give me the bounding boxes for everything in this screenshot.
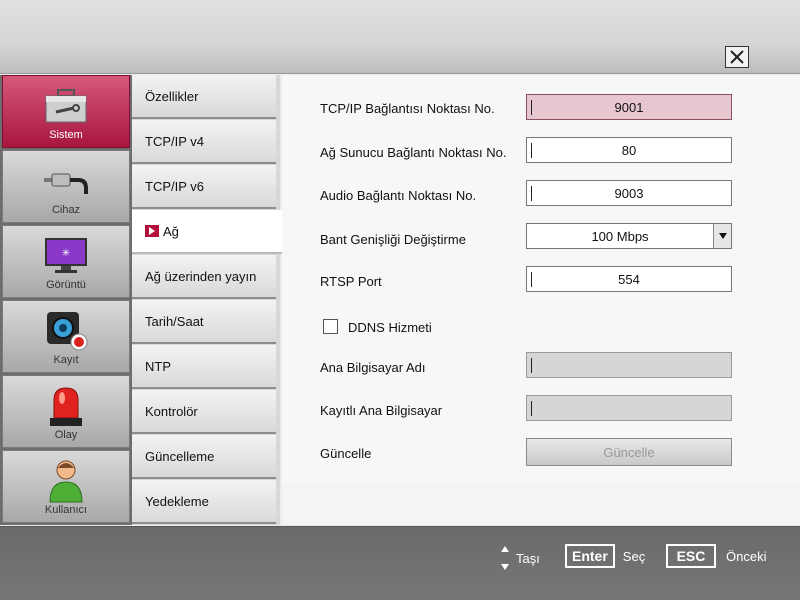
submenu-item-label: NTP — [145, 358, 171, 374]
registered-host-label: Kayıtlı Ana Bilgisayar — [320, 403, 443, 418]
update-label: Güncelle — [320, 446, 372, 461]
category-kullanici[interactable]: Kullanıcı — [2, 450, 130, 523]
category-label: Kullanıcı — [44, 504, 88, 516]
category-cihaz[interactable]: Cihaz — [2, 150, 130, 223]
chevron-down-icon[interactable] — [713, 224, 731, 248]
form-area: TCP/IP Bağlantısı Noktası No. 9001 Ağ Su… — [282, 75, 800, 485]
submenu-item-label: Ağ — [163, 223, 179, 239]
svg-text:✳: ✳ — [62, 248, 70, 259]
submenu-item-tcpip-v4[interactable]: TCP/IP v4 — [132, 120, 276, 164]
category-label: Olay — [54, 429, 78, 441]
registered-host-input[interactable] — [526, 395, 732, 421]
monitor-icon: ✳ — [42, 235, 90, 277]
submenu-item-ag[interactable]: Ağ — [132, 210, 282, 254]
text-caret — [531, 358, 532, 373]
submenu-item-ntp[interactable]: NTP — [132, 345, 276, 389]
rtsp-port-value: 554 — [618, 271, 640, 287]
select-hint-label: Seç — [622, 548, 646, 564]
network-settings-panel: TCP/IP Bağlantısı Noktası No. 9001 Ağ Su… — [282, 75, 800, 525]
submenu-item-ag-yayin[interactable]: Ağ üzerinden yayın — [132, 255, 276, 299]
title-bar — [0, 0, 800, 74]
submenu-item-tcpip-v6[interactable]: TCP/IP v6 — [132, 165, 276, 209]
text-caret — [531, 143, 532, 158]
text-caret — [531, 272, 532, 287]
category-sistem[interactable]: Sistem — [2, 75, 130, 148]
back-hint-label: Önceki — [726, 548, 767, 564]
toolbox-icon — [42, 85, 90, 127]
alarm-siren-icon — [42, 385, 90, 427]
audio-port-value: 9003 — [614, 185, 644, 201]
submenu-item-yedekleme[interactable]: Yedekleme — [132, 480, 276, 524]
category-label: Sistem — [49, 129, 83, 141]
submenu-item-label: Özellikler — [145, 88, 199, 104]
move-hint: Taşı — [500, 544, 540, 572]
bandwidth-value: 100 Mbps — [591, 228, 649, 244]
update-button[interactable]: Güncelle — [526, 438, 732, 466]
text-caret — [531, 100, 532, 115]
web-port-input[interactable]: 80 — [526, 137, 732, 163]
web-port-label: Ağ Sunucu Bağlantı Noktası No. — [320, 145, 507, 160]
rtsp-port-input[interactable]: 554 — [526, 266, 732, 292]
tcpip-port-value: 9001 — [614, 99, 644, 115]
category-kayit[interactable]: Kayıt — [2, 300, 130, 373]
ddns-checkbox[interactable] — [323, 319, 338, 334]
text-caret — [531, 401, 532, 416]
submenu-item-label: TCP/IP v6 — [145, 178, 205, 194]
move-hint-label: Taşı — [516, 550, 540, 566]
rtsp-port-label: RTSP Port — [320, 274, 382, 289]
user-icon — [42, 460, 90, 503]
close-x-icon — [730, 50, 744, 64]
category-olay[interactable]: Olay — [2, 375, 130, 448]
select-hint: Enter Seç — [565, 544, 645, 568]
host-name-input[interactable] — [526, 352, 732, 378]
audio-port-label: Audio Bağlantı Noktası No. — [320, 188, 477, 203]
submenu-item-label: Güncelleme — [145, 448, 215, 464]
esc-key-badge: ESC — [666, 544, 716, 568]
submenu-item-label: Kontrolör — [145, 403, 198, 419]
submenu-item-kontrolor[interactable]: Kontrolör — [132, 390, 276, 434]
audio-port-input[interactable]: 9003 — [526, 180, 732, 206]
tcpip-port-label: TCP/IP Bağlantısı Noktası No. — [320, 101, 495, 116]
camera-record-icon — [42, 310, 90, 352]
bandwidth-label: Bant Genişliği Değiştirme — [320, 232, 466, 247]
bandwidth-select[interactable]: 100 Mbps — [526, 223, 732, 249]
footer-hint-bar: Taşı Enter Seç ESC Önceki — [0, 526, 800, 600]
submenu-item-label: Tarih/Saat — [145, 313, 204, 329]
submenu-item-label: TCP/IP v4 — [145, 133, 205, 149]
category-label: Cihaz — [51, 204, 81, 216]
category-label: Görüntü — [46, 279, 86, 291]
category-sidebar: Sistem Cihaz ✳ Görüntü Kayıt Olay Kullan… — [0, 75, 132, 525]
submenu-list: Özellikler TCP/IP v4 TCP/IP v6 Ağ Ağ üze… — [132, 75, 282, 525]
web-port-value: 80 — [621, 142, 637, 158]
host-name-label: Ana Bilgisayar Adı — [320, 360, 426, 375]
selected-arrow-icon — [145, 225, 159, 237]
up-down-arrows-icon — [501, 546, 509, 570]
submenu-item-label: Yedekleme — [145, 493, 209, 509]
category-label: Kayıt — [53, 354, 79, 366]
category-goruntu[interactable]: ✳ Görüntü — [2, 225, 130, 298]
text-caret — [531, 186, 532, 201]
enter-key-badge: Enter — [565, 544, 615, 568]
submenu-item-guncelleme[interactable]: Güncelleme — [132, 435, 276, 479]
submenu-item-ozellikler[interactable]: Özellikler — [132, 75, 276, 119]
submenu-item-tarih-saat[interactable]: Tarih/Saat — [132, 300, 276, 344]
tcpip-port-input[interactable]: 9001 — [526, 94, 732, 120]
cable-plug-icon — [42, 160, 90, 202]
back-hint: ESC Önceki — [666, 544, 766, 568]
close-button[interactable] — [725, 46, 749, 68]
ddns-label: DDNS Hizmeti — [348, 320, 432, 335]
submenu-item-label: Ağ üzerinden yayın — [145, 268, 257, 284]
